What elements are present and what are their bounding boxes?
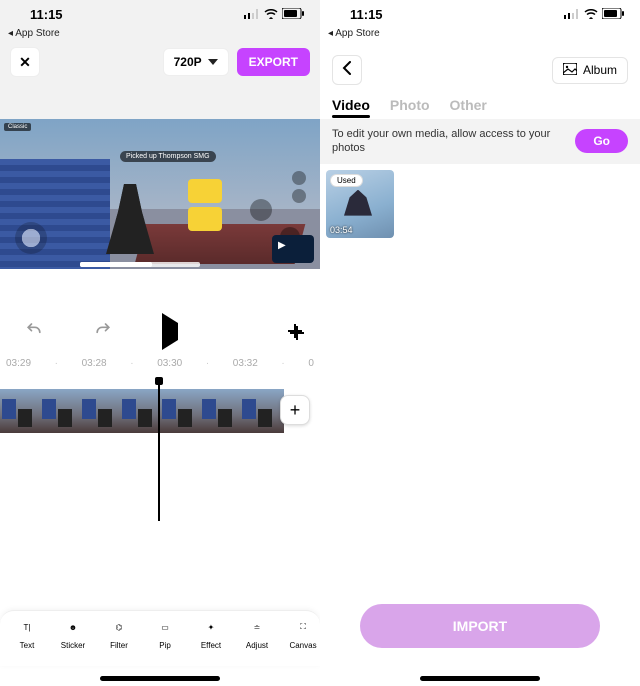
status-bar: 11:15 xyxy=(320,0,640,28)
wifi-icon xyxy=(584,7,598,22)
album-icon xyxy=(563,63,577,78)
media-duration: 03:54 xyxy=(330,225,353,235)
tool-label: Pip xyxy=(159,641,171,650)
ruler-tick: 03:29 xyxy=(6,358,31,369)
tool-label: Adjust xyxy=(246,641,268,650)
sticker-icon: ☻ xyxy=(69,617,77,637)
media-tabs: Video Photo Other xyxy=(320,93,640,119)
game-hud-label: Classic xyxy=(4,123,31,131)
resolution-button[interactable]: 720P xyxy=(163,48,229,76)
tool-sticker[interactable]: ☻ Sticker xyxy=(50,617,96,666)
clip-thumbnail[interactable] xyxy=(0,389,40,433)
status-icons xyxy=(244,7,304,22)
album-button[interactable]: Album xyxy=(552,57,628,84)
tool-pip[interactable]: ▭ Pip xyxy=(142,617,188,666)
breadcrumb[interactable]: ◂ App Store xyxy=(320,28,640,43)
picker-top-bar: Album xyxy=(320,43,640,93)
filter-icon: ⌬ xyxy=(116,617,123,637)
clip-thumbnail[interactable] xyxy=(80,389,120,433)
clip-thumbnail[interactable] xyxy=(40,389,80,433)
battery-icon xyxy=(602,7,624,22)
status-time: 11:15 xyxy=(30,7,63,22)
add-clip-button[interactable]: + xyxy=(280,395,310,425)
tool-filter[interactable]: ⌬ Filter xyxy=(96,617,142,666)
permission-notice: To edit your own media, allow access to … xyxy=(320,119,640,164)
tool-label: Sticker xyxy=(61,641,85,650)
clip-thumbnail[interactable] xyxy=(200,389,240,433)
wifi-icon xyxy=(264,7,278,22)
tool-label: Filter xyxy=(110,641,128,650)
clip-row[interactable] xyxy=(0,389,284,433)
redo-button[interactable] xyxy=(93,319,113,344)
tab-other[interactable]: Other xyxy=(450,97,487,113)
tool-text[interactable]: T| Text xyxy=(4,617,50,666)
import-button[interactable]: IMPORT xyxy=(360,604,600,648)
home-indicator[interactable] xyxy=(100,676,220,681)
status-icons xyxy=(564,7,624,22)
notice-text: To edit your own media, allow access to … xyxy=(332,127,565,156)
close-button[interactable]: ✕ xyxy=(10,47,40,77)
transport-controls xyxy=(0,319,320,344)
go-button[interactable]: Go xyxy=(575,129,628,153)
ruler-tick: 03:28 xyxy=(82,358,107,369)
play-icon xyxy=(162,313,178,350)
tool-label: Text xyxy=(20,641,35,650)
breadcrumb[interactable]: ◂ App Store xyxy=(0,28,320,43)
plus-icon: + xyxy=(290,400,301,421)
media-item[interactable]: Used 03:54 xyxy=(326,170,394,238)
signal-icon xyxy=(564,7,580,22)
play-button[interactable] xyxy=(162,323,178,341)
ruler-tick: 03:30 xyxy=(157,358,182,369)
adjust-icon: ≐ xyxy=(254,617,261,637)
tool-label: Canvas xyxy=(289,641,316,650)
text-icon: T| xyxy=(24,617,31,637)
media-grid: Used 03:54 xyxy=(320,164,640,244)
chevron-down-icon xyxy=(208,59,218,65)
tab-photo[interactable]: Photo xyxy=(390,97,430,113)
undo-button[interactable] xyxy=(24,319,44,344)
timeline[interactable]: + xyxy=(0,389,320,433)
ruler-tick: 0 xyxy=(308,358,314,369)
editor-toolbar: T| Text ☻ Sticker ⌬ Filter ▭ Pip ✦ Effec… xyxy=(0,610,320,666)
tab-video[interactable]: Video xyxy=(332,97,370,113)
signal-icon xyxy=(244,7,260,22)
video-preview[interactable]: Classic Picked up Thompson SMG xyxy=(0,119,320,269)
tool-effect[interactable]: ✦ Effect xyxy=(188,617,234,666)
editor-top-bar: ✕ 720P EXPORT xyxy=(0,43,320,89)
used-badge: Used xyxy=(330,174,363,187)
clip-thumbnail[interactable] xyxy=(120,389,160,433)
canvas-icon: ⛶ xyxy=(300,617,306,637)
ruler-tick: 03:32 xyxy=(233,358,258,369)
editor-pane: 11:15 ◂ App Store ✕ 720P xyxy=(0,0,320,686)
game-banner: Picked up Thompson SMG xyxy=(120,151,216,162)
chevron-left-icon xyxy=(342,61,352,80)
battery-icon xyxy=(282,7,304,22)
close-icon: ✕ xyxy=(19,54,31,71)
back-button[interactable] xyxy=(332,55,362,85)
timeline-ruler: 03:29 · 03:28 · 03:30 · 03:32 · 0 xyxy=(0,344,320,375)
effect-icon: ✦ xyxy=(208,617,215,637)
status-bar: 11:15 xyxy=(0,0,320,28)
status-time: 11:15 xyxy=(350,7,383,22)
clip-thumbnail[interactable] xyxy=(240,389,280,433)
album-label: Album xyxy=(583,63,617,77)
media-picker-pane: 11:15 ◂ App Store Album Video xyxy=(320,0,640,686)
playhead[interactable] xyxy=(158,381,160,521)
tool-label: Effect xyxy=(201,641,221,650)
export-button[interactable]: EXPORT xyxy=(237,48,310,76)
tool-adjust[interactable]: ≐ Adjust xyxy=(234,617,280,666)
pip-icon: ▭ xyxy=(161,617,169,637)
home-indicator[interactable] xyxy=(420,676,540,681)
clip-thumbnail[interactable] xyxy=(160,389,200,433)
resolution-label: 720P xyxy=(174,55,202,69)
